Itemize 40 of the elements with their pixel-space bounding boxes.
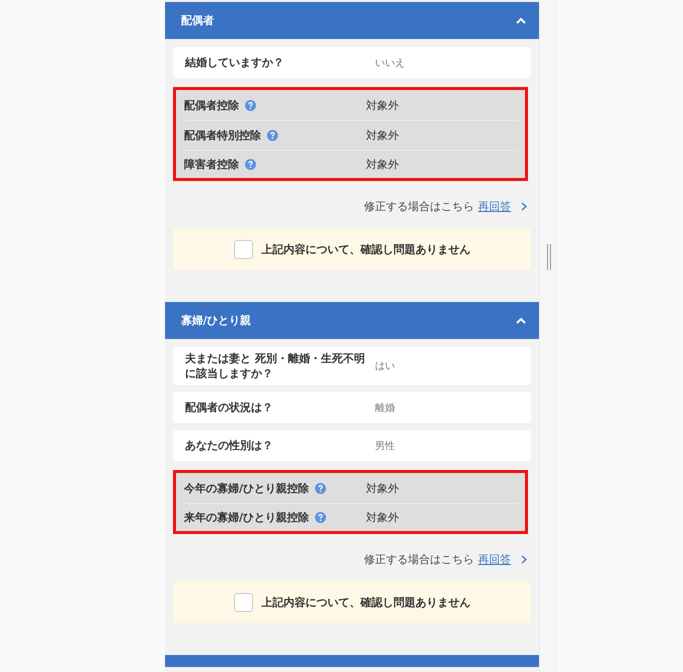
chevron-right-icon[interactable] [521, 555, 527, 564]
deduction-value: 対象外 [366, 481, 400, 496]
checkbox[interactable] [234, 240, 252, 258]
deduction-label: 来年の寡婦/ひとり親控除 [184, 510, 310, 524]
section-header[interactable]: 寡婦/ひとり親 [165, 302, 539, 339]
reanswer-link[interactable]: 再回答 [478, 199, 511, 214]
edit-prompt: 修正する場合はこちら [364, 199, 474, 214]
answer-text: いいえ [375, 56, 405, 70]
deduction-value: 対象外 [366, 156, 400, 172]
chevron-icon[interactable] [516, 17, 526, 24]
help-icon[interactable] [245, 158, 256, 170]
deduction-value: 対象外 [366, 98, 400, 113]
help-icon[interactable] [315, 512, 326, 522]
question-label: 配偶者の状況は？ [185, 400, 274, 415]
deduction-value: 対象外 [366, 510, 400, 524]
deduction-value: 対象外 [366, 128, 400, 143]
deduction-label: 今年の寡婦/ひとり親控除 [184, 481, 310, 496]
answer-text: 男性 [375, 440, 395, 452]
answer-text: はい [375, 360, 395, 373]
help-icon[interactable] [245, 100, 256, 111]
edit-prompt: 修正する場合はこちら [364, 552, 474, 567]
section-header[interactable]: 配偶者 [165, 2, 539, 39]
question-label: あなたの性別は？ [185, 438, 274, 453]
section-title: 寡婦/ひとり親 [181, 313, 252, 328]
question-label: 夫または妻と 死別・離婚・生死不明に該当しますか？ [185, 351, 366, 381]
chevron-icon[interactable] [516, 317, 526, 324]
question-label: 結婚していますか？ [185, 55, 285, 70]
scroll-handle[interactable] [547, 244, 551, 270]
confirmation-label: 上記内容について、確認し問題ありません [262, 594, 470, 610]
confirmation-label: 上記内容について、確認し問題ありません [262, 242, 470, 256]
reanswer-link[interactable]: 再回答 [478, 552, 511, 567]
answer-text: 離婚 [375, 402, 395, 414]
deduction-label: 配偶者控除 [184, 98, 239, 113]
chevron-right-icon[interactable] [521, 202, 527, 211]
section-title: 配偶者 [181, 13, 214, 28]
help-icon[interactable] [267, 130, 278, 141]
help-icon[interactable] [315, 483, 326, 494]
deduction-label: 配偶者特別控除 [184, 128, 261, 143]
checkbox[interactable] [234, 592, 252, 612]
deduction-label: 障害者控除 [184, 156, 239, 172]
